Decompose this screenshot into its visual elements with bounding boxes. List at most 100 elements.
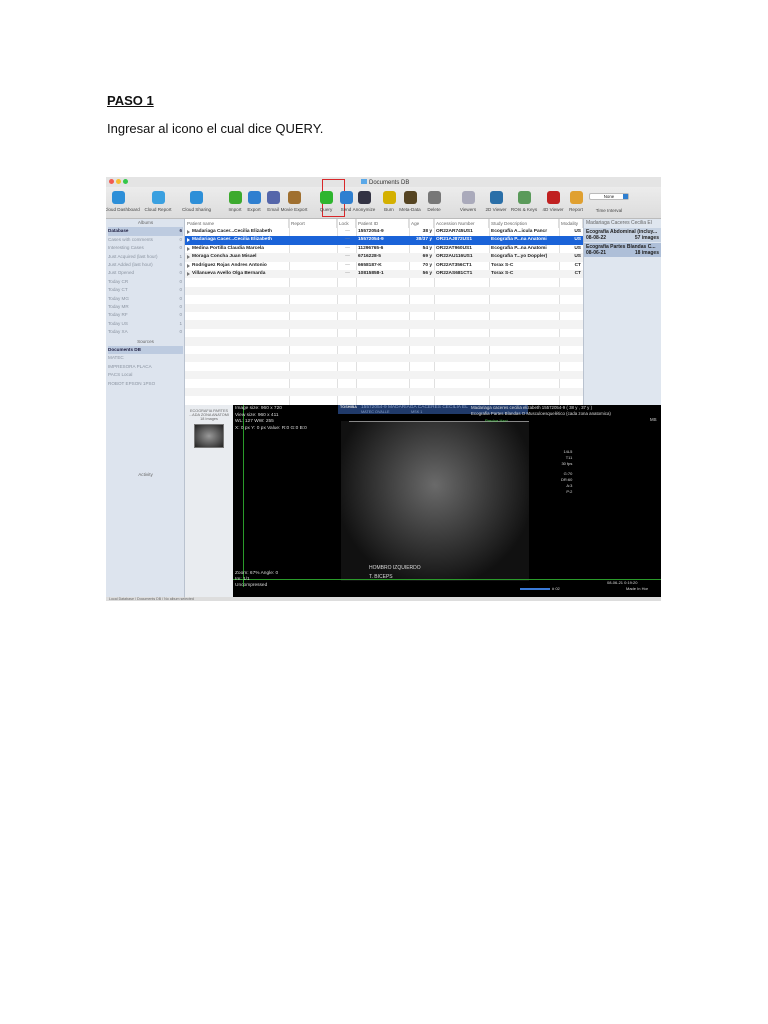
toolbar-movie-export-button[interactable]: Movie Export [280,189,308,213]
email-icon [266,191,280,204]
toolbar-rois-keys-button[interactable]: ROIs & Keys [510,189,538,213]
status-bar: Local Database / Documents DB / No album… [106,597,661,601]
disclosure-triangle-icon[interactable] [187,263,190,268]
sidebar-source-item[interactable]: MATEC [108,354,183,362]
album-count: 6 [179,262,182,267]
sidebar-album-item[interactable]: Just Opened 0 [108,269,183,277]
empty-row [185,387,583,396]
zoom-window-button[interactable] [123,179,128,184]
thumbnail-panel: ECOGRAFIA PARTES ...ADA ZONA ANATOMI 18 … [185,405,233,597]
sidebar-album-item[interactable]: Just Acquired (last hour) 1 [108,253,183,261]
toolbar-cloud-sharing-button[interactable]: Cloud Sharing [182,189,211,213]
series-item[interactable]: Ecografía Abdominal (incluy... 08-08-22 5… [584,228,661,242]
sidebar-album-item[interactable]: Today XA 0 [108,328,183,336]
time-interval-select[interactable]: None Time Interval [589,193,629,213]
table-row[interactable]: Moraga Concha Juan Misael — 6716228-5 69 y O… [185,253,583,262]
sidebar-album-item[interactable]: Today CT 0 [108,286,183,294]
empty-row [185,354,583,363]
column-header-accession-number[interactable]: Accession Number [434,219,489,228]
sidebar-album-item[interactable]: Today CR 0 [108,278,183,286]
sidebar-album-item[interactable]: Just Added (last hour) 6 [108,261,183,269]
cell-patient-id: 15572054-9 [358,237,384,243]
table-row[interactable]: Madariaga Cacer...Cecilia Elizabeth — 1557… [185,228,583,236]
empty-row [185,370,583,380]
sidebar-album-item[interactable]: Today RF 0 [108,311,183,319]
sidebar-source-item[interactable]: Documents DB [108,346,183,355]
album-count: 0 [179,287,182,293]
cell-modality: US [574,254,581,260]
close-window-button[interactable] [109,179,114,184]
toolbar-button-label: Burn [384,207,394,212]
sidebar-album-item[interactable]: Database 6 [108,227,183,236]
toolbar-report-button[interactable]: Report [562,189,590,213]
thumbnail-count: 18 Images [200,417,218,421]
cell-study-description: Ecografía P...na Anatomi [491,237,547,243]
album-label: Today CT [108,287,128,293]
sidebar-album-item[interactable]: Today US 1 [108,320,183,328]
ref-label: MSK 1 [411,410,423,414]
album-count: 0 [179,295,182,301]
column-header-study-description[interactable]: Study Description [489,219,559,228]
cell-modality: CT [574,262,581,268]
cell-modality: US [574,245,581,251]
cell-modality: US [574,229,581,234]
toolbar-viewers-button[interactable]: Viewers [454,189,482,213]
table-row[interactable]: Medina Portilla Claudia Marcela — 11296765… [185,245,583,253]
toolbar-button-label: Movie Export [280,207,308,212]
empty-row [185,303,583,312]
disclosure-triangle-icon[interactable] [187,230,190,234]
column-header-modality[interactable]: Modality [559,219,583,228]
cloud-report-icon [151,191,165,204]
cell-patient-id: 15572054-9 [358,229,384,234]
toolbar-cloud-report-button[interactable]: Cloud Report [144,189,172,213]
acquisition-params: 14L5 T11 30 fps G:70 DR:60 A:3 P:2 [561,449,572,495]
disclosure-triangle-icon[interactable] [187,246,190,251]
sidebar-source-item[interactable]: IMPRESORA PLACA [108,363,183,371]
toolbar-button-label: Cloud Report [144,207,172,212]
viewers-icon [461,191,475,204]
crosshair-horizontal [233,579,661,580]
disclosure-triangle-icon[interactable] [187,255,190,260]
cell-study-description: Torax S-C [491,271,514,276]
toolbar-anonymize-button[interactable]: Anonymize [350,189,378,213]
sidebar-source-item[interactable]: PACS Local [108,371,183,379]
toolbar-button-label: Query [319,207,333,212]
empty-row [185,396,583,404]
table-row[interactable]: Madariaga Cacer...Cecilia Elizabeth — 1557… [185,236,583,245]
table-row[interactable]: Villanueva Avello Olga Bernarda — 10815858… [185,270,583,279]
meta-data-icon [403,191,417,204]
sidebar-source-item[interactable]: ROBOT EPSON 1PSO [108,380,183,388]
column-header-patient-name[interactable]: Patient name [185,219,289,228]
series-item[interactable]: Ecografía Partes Blandas C... 08-06-21 18… [584,243,661,257]
annotation-label: HOMBRO IZQUIERDO [369,565,421,571]
made-in-label: Made In Hor [626,586,649,591]
table-row[interactable]: Rodriguez Rojas Andres Antonio — 6658187-K… [185,262,583,270]
toolbar-2d-viewer-button[interactable]: 2D Viewer [482,189,510,213]
image-viewer[interactable]: Image size: 960 x 720 View size: 960 x 41… [233,405,661,597]
cell-lock: — [345,245,350,251]
disclosure-triangle-icon[interactable] [187,238,190,243]
toolbar-delete-button[interactable]: Delete [420,189,448,213]
column-header-age[interactable]: Age [409,219,434,228]
minimize-window-button[interactable] [116,179,121,184]
cell-lock: — [345,229,350,234]
album-count: 0 [179,329,182,335]
column-header-patient-id[interactable]: Patient ID [356,219,409,228]
cell-lock: — [345,237,350,243]
column-header-report[interactable]: Report [289,219,337,228]
sidebar-album-item[interactable]: Today MR 0 [108,303,183,311]
series-thumbnail[interactable] [194,424,224,448]
sidebar-album-item[interactable]: Cases with comments 0 [108,236,183,244]
album-label: Today RF [108,312,128,318]
chevron-down-icon [623,194,628,199]
burn-icon [382,191,396,204]
frame-slider[interactable] [520,588,550,590]
disclosure-triangle-icon[interactable] [187,272,190,276]
album-label: Cases with comments [108,236,153,242]
instruction-text: Ingresar al icono el cual dice QUERY. [107,121,324,136]
sidebar-album-item[interactable]: Today MG 0 [108,295,183,303]
column-header-lock[interactable]: Lock [337,219,356,228]
toolbar-cloud-dashboard-button[interactable]: Cloud Dashboard [106,189,140,213]
sidebar-album-item[interactable]: Interesting Cases 0 [108,244,183,252]
cell-report [289,245,337,253]
